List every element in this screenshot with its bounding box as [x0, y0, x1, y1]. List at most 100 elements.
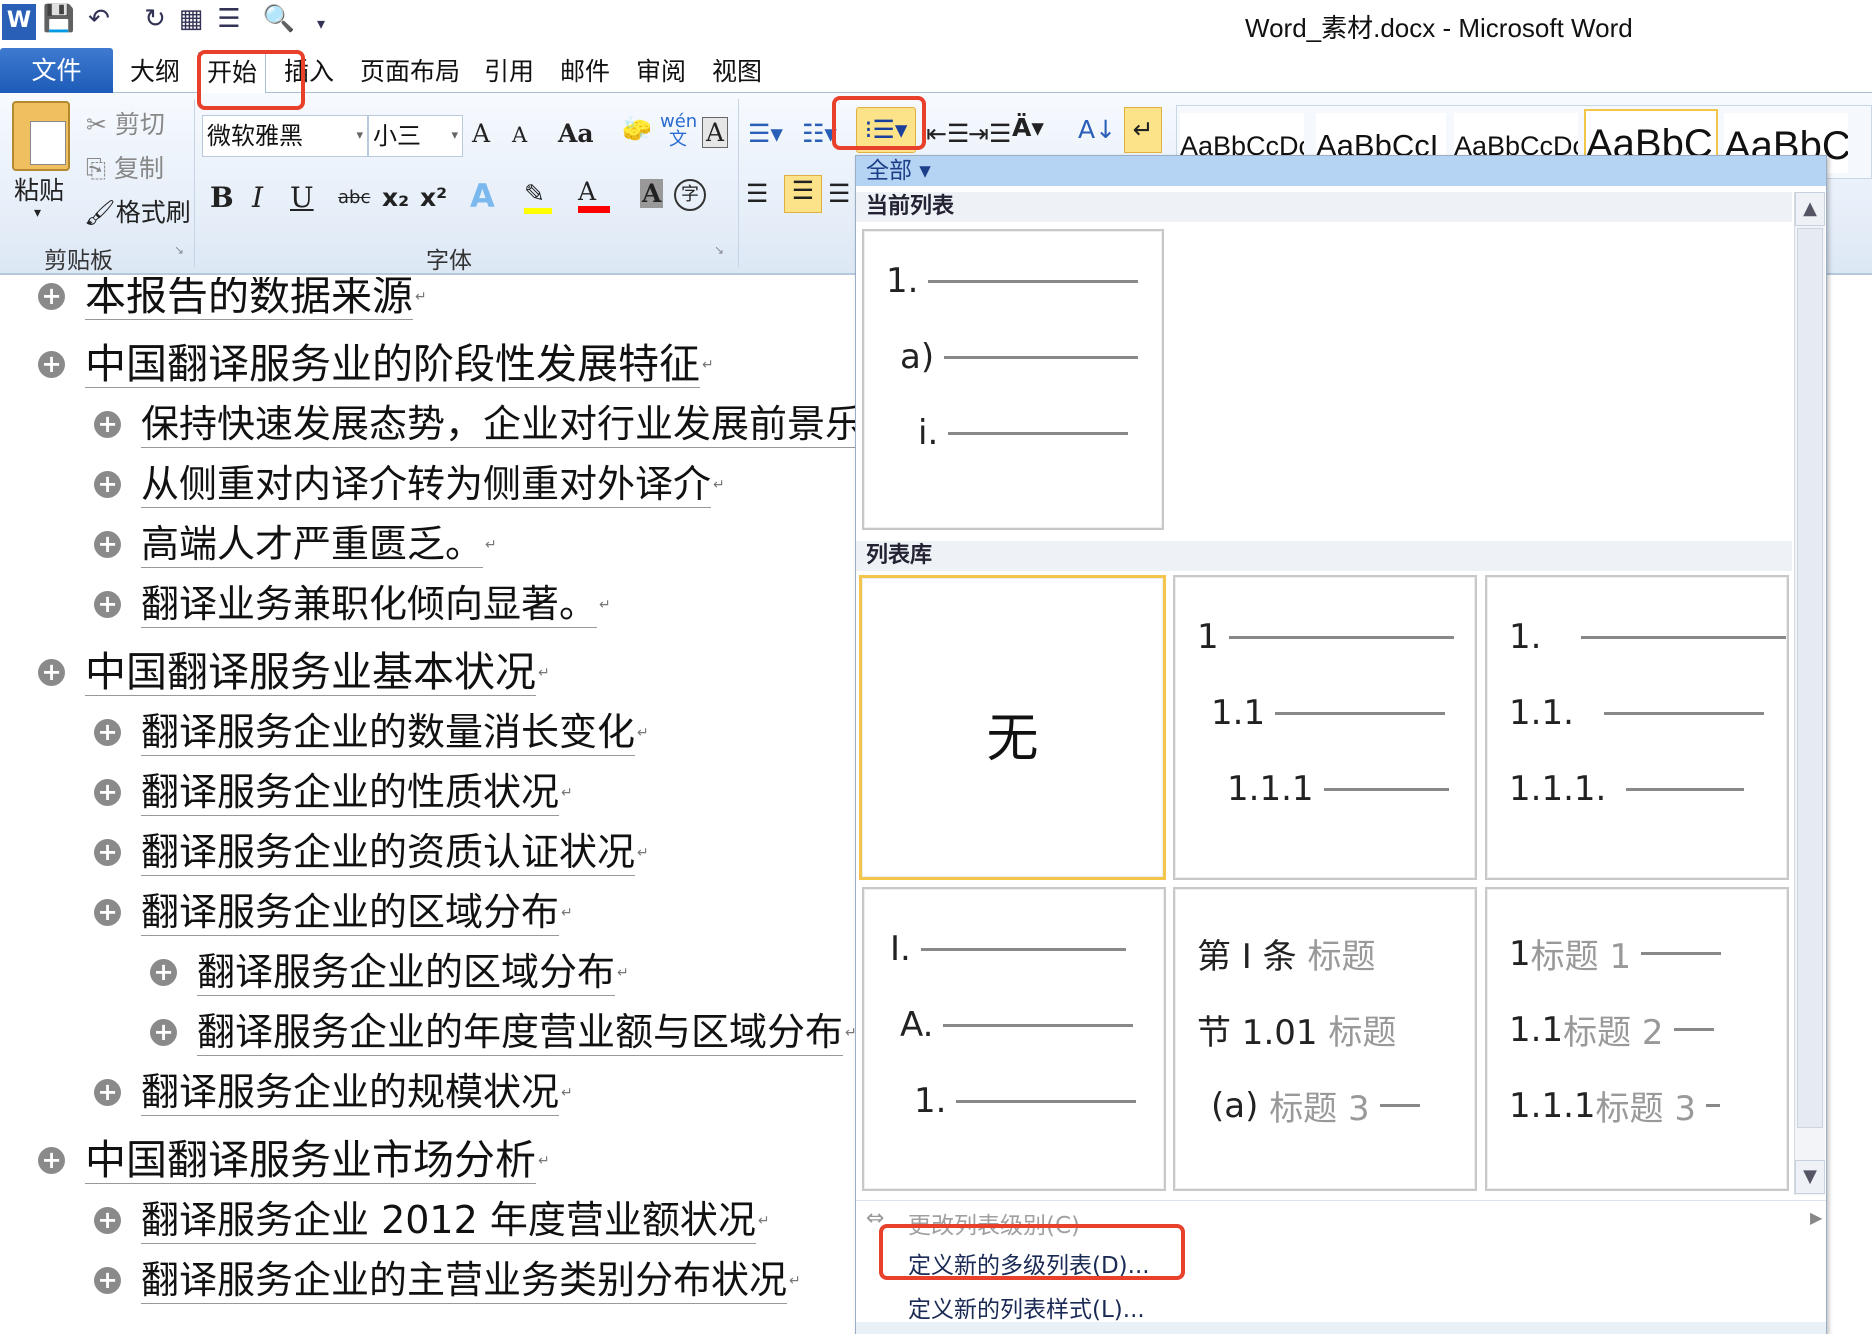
tab-view[interactable]: 视图 — [704, 52, 770, 93]
outline-item-level-2[interactable]: + 翻译服务企业的主营业务类别分布状况 ↵ — [94, 1257, 801, 1304]
expand-plus-icon[interactable]: + — [94, 839, 121, 866]
tab-page-layout[interactable]: 页面布局 — [352, 52, 468, 93]
expand-plus-icon[interactable]: + — [94, 719, 121, 746]
decrease-indent-button[interactable]: ⇤☰ — [926, 119, 969, 148]
list-filter-dropdown[interactable]: 全部 ▾ — [856, 156, 1826, 186]
expand-plus-icon[interactable]: + — [38, 659, 65, 686]
format-painter-button[interactable]: 🖌格式刷 — [84, 193, 191, 229]
undo-icon[interactable]: ↶ — [82, 4, 116, 40]
outline-item-level-1[interactable]: + 中国翻译服务业市场分析 ↵ — [38, 1137, 550, 1184]
outline-item-level-2[interactable]: + 翻译服务企业的规模状况 ↵ — [94, 1069, 573, 1116]
list-style-heading-numbered[interactable]: 1 标题 1 1.1 标题 2 1.1.1 标题 3 — [1485, 887, 1789, 1191]
outline-item-level-1[interactable]: + 本报告的数据来源 ↵ — [38, 277, 427, 320]
print-layout-icon[interactable]: ▦ — [174, 4, 208, 40]
shrink-font-button[interactable]: A — [512, 123, 527, 147]
increase-indent-button[interactable]: ⇥☰ — [968, 119, 1011, 148]
align-left-button[interactable]: ☰ — [746, 179, 768, 208]
tab-insert[interactable]: 插入 — [276, 52, 342, 93]
subscript-button[interactable]: x₂ — [382, 183, 409, 212]
tab-review[interactable]: 审阅 — [628, 52, 694, 93]
save-icon[interactable]: 💾 — [42, 4, 76, 40]
redo-icon[interactable]: ↻ — [138, 4, 172, 40]
expand-plus-icon[interactable]: + — [94, 1207, 121, 1234]
font-color-button[interactable]: A — [578, 177, 610, 213]
outline-item-level-2[interactable]: +保持快速发展态势，企业对行业发展前景乐观↵ — [94, 401, 855, 448]
expand-plus-icon[interactable]: + — [94, 531, 121, 558]
paste-button[interactable]: 粘贴 — [14, 171, 64, 207]
character-border-button[interactable]: A — [702, 117, 729, 148]
outline-item-level-2[interactable]: + 翻译业务兼职化倾向显著。 ↵ — [94, 581, 611, 628]
expand-plus-icon[interactable]: + — [94, 899, 121, 926]
font-size-combo[interactable]: 小三 ▾ — [368, 115, 463, 157]
outline-item-level-2[interactable]: + 翻译服务企业的资质认证状况 ↵ — [94, 829, 649, 876]
copy-button[interactable]: ⎘ 复制 — [86, 149, 164, 185]
customize-toolbar-icon[interactable]: ▾ — [304, 4, 338, 40]
outline-item-level-2[interactable]: + 翻译服务企业的性质状况 ↵ — [94, 769, 573, 816]
expand-plus-icon[interactable]: + — [94, 591, 121, 618]
chinese-layout-button[interactable]: Ä▾ — [1012, 113, 1044, 142]
bold-button[interactable]: B — [210, 181, 234, 214]
italic-button[interactable]: I — [252, 181, 263, 214]
scroll-down-icon[interactable]: ▼ — [1795, 1160, 1825, 1194]
highlight-button[interactable]: ✎ — [524, 179, 552, 214]
outline-item-level-3[interactable]: + 翻译服务企业的区域分布 ↵ — [150, 949, 629, 996]
expand-plus-icon[interactable]: + — [94, 1267, 121, 1294]
clipboard-launcher-icon[interactable]: ↘ — [174, 243, 184, 257]
paste-dropdown-icon[interactable]: ▾ — [34, 205, 41, 221]
underline-button[interactable]: U — [290, 181, 314, 214]
scroll-up-icon[interactable]: ▲ — [1795, 192, 1825, 226]
outline-item-level-2[interactable]: + 高端人才严重匮乏。 ↵ — [94, 521, 497, 568]
sort-button[interactable]: A↓ — [1078, 115, 1116, 144]
tab-mailings[interactable]: 邮件 — [552, 52, 618, 93]
tab-outline[interactable]: 大纲 — [122, 52, 188, 93]
expand-plus-icon[interactable]: + — [94, 471, 121, 498]
outline-item-level-3[interactable]: + 翻译服务企业的年度营业额与区域分布 ↵ — [150, 1009, 855, 1056]
expand-plus-icon[interactable]: + — [150, 1019, 177, 1046]
expand-plus-icon[interactable]: + — [94, 411, 121, 438]
expand-plus-icon[interactable]: + — [38, 351, 65, 378]
character-shading-button[interactable]: A — [640, 179, 664, 208]
define-new-list-style-item[interactable]: 定义新的列表样式(L)... — [908, 1290, 1145, 1324]
outline-item-level-2[interactable]: + 翻译服务企业的区域分布 ↵ — [94, 889, 573, 936]
bullets-button[interactable]: ☰▾ — [748, 119, 783, 148]
outline-item-level-2[interactable]: + 翻译服务企业的数量消长变化 ↵ — [94, 709, 649, 756]
expand-plus-icon[interactable]: + — [94, 779, 121, 806]
expand-plus-icon[interactable]: + — [38, 1147, 65, 1174]
outline-item-level-2[interactable]: + 从侧重对内译介转为侧重对外译介 ↵ — [94, 461, 725, 508]
list-style-numeric[interactable]: 1 1.1 1.1.1 — [1173, 575, 1477, 880]
paste-icon[interactable] — [12, 101, 70, 171]
change-case-button[interactable]: Aa — [558, 119, 594, 148]
align-right-button[interactable]: ☰ — [828, 179, 850, 208]
print-icon[interactable]: ☰ — [212, 4, 246, 40]
list-style-article-section[interactable]: 第 Ⅰ 条 标题 节 1.01 标题 (a) 标题 3 — [1173, 887, 1477, 1191]
outline-item-level-1[interactable]: + 中国翻译服务业的阶段性发展特征 ↵ — [38, 341, 714, 388]
tab-references[interactable]: 引用 — [476, 52, 542, 93]
list-style-roman-alpha[interactable]: I. A. 1. — [862, 887, 1166, 1191]
current-list-item[interactable]: 1. a) i. — [862, 229, 1164, 530]
superscript-button[interactable]: x² — [420, 183, 447, 212]
expand-plus-icon[interactable]: + — [38, 283, 65, 310]
print-preview-icon[interactable]: 🔍 — [262, 4, 296, 40]
strikethrough-button[interactable]: abc — [338, 187, 370, 208]
multilevel-list-button[interactable]: ⁝☰▾ — [856, 107, 916, 153]
expand-plus-icon[interactable]: + — [150, 959, 177, 986]
enclose-character-button[interactable]: 字 — [674, 179, 706, 211]
dropdown-resize-bar[interactable] — [856, 1322, 1826, 1334]
show-paragraph-marks-button[interactable]: ↵ — [1124, 107, 1162, 153]
outline-item-level-2[interactable]: + 翻译服务企业 2012 年度营业额状况 ↵ — [94, 1197, 770, 1244]
outline-item-level-1[interactable]: + 中国翻译服务业基本状况 ↵ — [38, 649, 550, 696]
font-launcher-icon[interactable]: ↘ — [714, 243, 724, 257]
gallery-scrollbar[interactable]: ▲ ▼ — [1794, 192, 1825, 1195]
scroll-thumb[interactable] — [1797, 228, 1823, 1128]
numbering-button[interactable]: ☷▾ — [802, 119, 837, 148]
text-effects-button[interactable]: A — [470, 177, 495, 215]
clear-format-icon[interactable]: 🧽 — [622, 115, 652, 143]
word-logo-icon[interactable]: W — [2, 4, 36, 40]
grow-font-button[interactable]: A — [472, 119, 490, 148]
list-style-numeric-dots[interactable]: 1. 1.1. 1.1.1. — [1485, 575, 1789, 880]
phonetic-guide-button[interactable]: wén 文 — [660, 113, 697, 149]
expand-plus-icon[interactable]: + — [94, 1079, 121, 1106]
define-new-multilevel-list-item[interactable]: 定义新的多级列表(D)... — [908, 1246, 1150, 1280]
font-name-combo[interactable]: 微软雅黑 ▾ — [202, 115, 368, 157]
align-center-button[interactable]: ☰ — [784, 175, 822, 213]
